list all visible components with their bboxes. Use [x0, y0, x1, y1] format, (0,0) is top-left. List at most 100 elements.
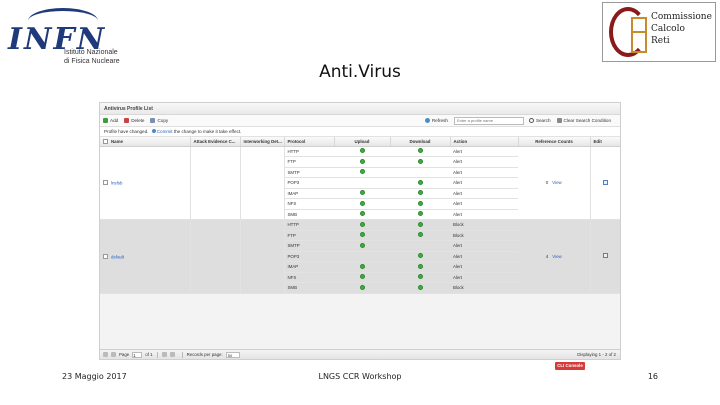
edit-icon[interactable]: [602, 253, 608, 259]
protocol-cell: POP3: [284, 251, 334, 262]
row-checkbox[interactable]: [103, 180, 108, 186]
commit-notice: Profile have changed. Commit the change …: [100, 127, 620, 137]
view-references-link[interactable]: View: [552, 254, 561, 259]
download-cell: [390, 261, 450, 273]
download-cell: [390, 156, 450, 168]
column-header-interworking[interactable]: Interworking Det...: [240, 137, 285, 147]
protocol-cell: IMAP: [284, 261, 334, 273]
table-body: lnsfsb HTTP Alert 0 View FTP Alert SMTP Alert POP…: [100, 146, 620, 294]
last-page-icon[interactable]: [169, 352, 175, 357]
footer-page-number: 16: [647, 372, 658, 381]
antivirus-profile-panel: Antivirus Profile List Add Delete Copy R…: [99, 102, 621, 360]
copy-button[interactable]: Copy: [150, 118, 168, 123]
check-icon: [417, 190, 423, 196]
add-button[interactable]: Add: [103, 118, 118, 123]
page-of-label: of 1: [145, 352, 153, 357]
check-icon: [359, 190, 365, 196]
protocol-cell: FTP: [284, 230, 334, 241]
check-icon: [417, 232, 423, 238]
pager-divider: [181, 351, 183, 358]
edit-cell: [590, 146, 620, 220]
column-header-upload[interactable]: Upload: [334, 137, 391, 147]
refresh-button[interactable]: Refresh: [424, 118, 448, 123]
infn-logo: INFN Istituto Nazionale di Fisica Nuclea…: [8, 8, 148, 68]
pager-divider: [156, 351, 158, 358]
panel-title: Antivirus Profile List: [100, 103, 620, 115]
page-number-input[interactable]: 1: [132, 351, 143, 358]
commit-icon: [151, 129, 156, 133]
check-icon: [359, 284, 365, 290]
prev-page-icon[interactable]: [111, 352, 116, 357]
profile-search-input[interactable]: [453, 116, 524, 125]
protocol-cell: FTP: [284, 156, 334, 168]
table-row[interactable]: default HTTP Block 4 View: [100, 219, 620, 294]
protocol-cell: POP3: [284, 177, 334, 189]
column-header-reference-counts[interactable]: Reference Counts: [518, 137, 591, 147]
protocol-cell: NFS: [284, 198, 334, 210]
first-page-icon[interactable]: [103, 352, 108, 357]
view-references-link[interactable]: View: [552, 180, 561, 185]
row-checkbox[interactable]: [103, 253, 108, 259]
commit-link[interactable]: Commit: [157, 129, 173, 134]
column-header-protocol[interactable]: Protocol: [284, 137, 335, 147]
edit-icon[interactable]: [602, 179, 608, 185]
check-icon: [359, 242, 365, 248]
displaying-count: Displaying 1 - 2 of 2: [577, 352, 616, 357]
upload-cell: [334, 240, 390, 252]
interworking-cell: [240, 219, 285, 294]
check-icon: [417, 263, 423, 269]
ccr-line-3: Reti: [651, 36, 670, 46]
upload-cell: [334, 156, 390, 168]
upload-cell: [334, 188, 390, 199]
add-label: Add: [110, 118, 119, 123]
upload-cell: [334, 219, 390, 231]
profile-name-cell: lnsfsb: [100, 146, 191, 220]
protocol-cell: SMB: [284, 209, 334, 220]
reference-count: 0: [545, 180, 549, 186]
upload-cell: [334, 209, 390, 220]
column-header-attack-evidence[interactable]: Attack Evidence C...: [190, 137, 241, 147]
profile-name-link[interactable]: default: [111, 254, 124, 259]
check-icon: [359, 169, 365, 175]
column-header-edit[interactable]: Edit: [590, 137, 620, 147]
action-cell: Alert: [450, 261, 518, 273]
check-icon: [359, 148, 365, 154]
clear-search-button[interactable]: Clear Search Condition: [556, 118, 611, 123]
column-header-name[interactable]: Name: [100, 137, 191, 147]
pagination-bar: Page 1 of 1 Records per page: 50 Display…: [100, 349, 620, 359]
notice-text-after: the change to make it take effect.: [173, 129, 242, 134]
download-cell: [390, 146, 450, 157]
download-cell: [390, 167, 450, 178]
protocol-cell: HTTP: [284, 146, 334, 157]
action-cell: Alert: [450, 188, 518, 199]
delete-button[interactable]: Delete: [124, 118, 144, 123]
check-icon: [417, 179, 423, 185]
column-label: Name: [111, 138, 123, 144]
attack-evidence-cell: [190, 219, 241, 294]
column-header-download[interactable]: Download: [390, 137, 451, 147]
select-all-checkbox[interactable]: [103, 138, 108, 144]
download-cell: [390, 240, 450, 252]
check-icon: [417, 253, 423, 259]
upload-cell: [334, 198, 390, 210]
records-per-page-label: Records per page:: [186, 352, 223, 357]
toolbar-right: Refresh Search Clear Search Condition: [424, 116, 617, 125]
ccr-line-1: Commissione: [651, 12, 712, 22]
table-header: Name Attack Evidence C... Interworking D…: [100, 137, 620, 147]
edit-cell: [590, 219, 620, 294]
search-button[interactable]: Search: [528, 118, 551, 123]
cli-console-button[interactable]: CLI Console: [555, 362, 585, 370]
infn-sub-line-1: Istituto Nazionale: [64, 49, 118, 56]
check-icon: [417, 284, 423, 290]
records-per-page-select[interactable]: 50: [225, 351, 240, 358]
action-cell: Alert: [450, 177, 518, 189]
upload-cell: [334, 282, 390, 294]
action-cell: Block: [450, 230, 518, 241]
next-page-icon[interactable]: [161, 352, 167, 357]
column-header-action[interactable]: Action: [450, 137, 519, 147]
refresh-label: Refresh: [431, 118, 448, 123]
table-row[interactable]: lnsfsb HTTP Alert 0 View: [100, 146, 620, 220]
notice-text: Profile have changed.: [104, 129, 149, 134]
copy-icon: [150, 118, 156, 123]
profile-name-link[interactable]: lnsfsb: [111, 180, 122, 185]
